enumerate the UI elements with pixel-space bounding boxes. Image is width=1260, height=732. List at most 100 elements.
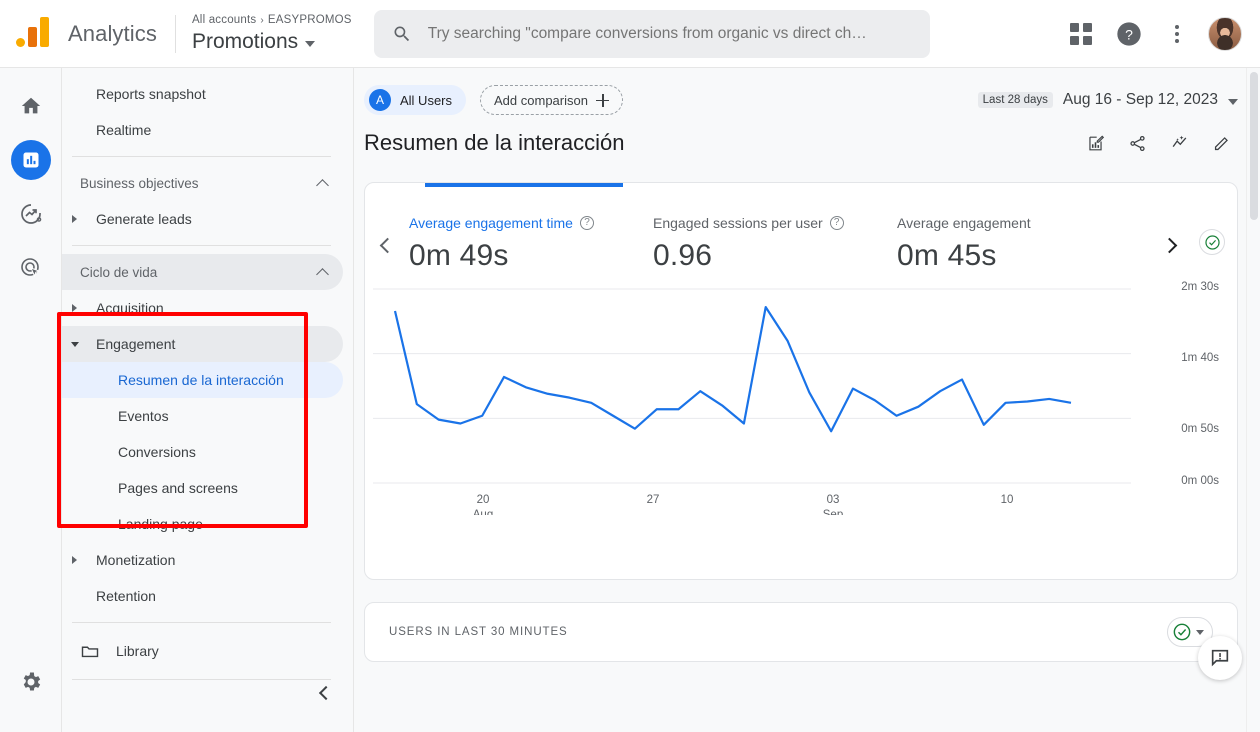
metric-value: 0m 45s [897,239,997,272]
sidebar-group-ciclo-de-vida[interactable]: Ciclo de vida [62,254,343,290]
sidebar-item-library[interactable]: Library [62,631,353,671]
date-preset-badge: Last 28 days [977,92,1053,108]
share-icon[interactable] [1124,130,1150,156]
sidebar-item-landing-page[interactable]: Landing page [62,506,343,542]
page-title: Resumen de la interacción [364,130,625,155]
x-axis-tick-month: Sep [823,509,843,515]
chevron-right-icon [1161,237,1177,253]
scrollbar-thumb[interactable] [1250,72,1258,220]
chevron-down-icon [1196,629,1204,635]
advertising-target-icon [20,258,40,278]
x-axis-tick-day: 10 [1001,494,1014,506]
sidebar-item-acquisition[interactable]: Acquisition [62,290,343,326]
sidebar-item-realtime[interactable]: Realtime [62,112,343,148]
help-icon[interactable]: ? [579,216,594,230]
date-range-picker[interactable]: Last 28 days Aug 16 - Sep 12, 2023 [977,91,1238,109]
metric-engaged-sessions-per-user[interactable]: Engaged sessions per user ? 0.96 [653,215,897,273]
edit-icon[interactable] [1208,130,1234,156]
property-name: Promotions [191,30,299,53]
main-content: A All Users Add comparison Last 28 days … [354,68,1260,732]
chevron-down-icon [71,341,79,347]
top-bar: Analytics All accounts › EASYPROMOS Promot… [0,0,1260,68]
home-icon [21,97,40,114]
chevron-left-icon [379,237,395,253]
chart-canvas[interactable]: 20 Aug 27 03 Sep 10 [365,285,1155,521]
settings-gear-icon[interactable] [11,662,51,702]
sidebar-item-label: Pages and screens [118,480,238,496]
carousel-prev-button[interactable] [365,215,409,275]
engagement-time-line-chart: 20 Aug 27 03 Sep 10 2m 30s 1m 40s 0m 50s 0m 0… [365,281,1237,521]
apps-grid-icon[interactable] [1064,17,1098,51]
metric-value: 0.96 [653,239,713,272]
metric-label: Average engagement time [409,215,573,231]
sidebar-item-label: Resumen de la interacción [118,372,284,388]
engagement-overview-card: Average engagement time ? 0m 49s Engaged… [364,182,1238,580]
sidebar-item-pages-and-screens[interactable]: Pages and screens [62,470,343,506]
sidebar-item-label: Conversions [118,444,196,460]
rail-item-home[interactable] [11,86,51,126]
data-quality-badge[interactable] [1199,229,1225,255]
more-vert-icon[interactable] [1160,17,1194,51]
help-icon[interactable]: ? [829,216,844,230]
sidebar-item-reports-snapshot[interactable]: Reports snapshot [62,76,343,112]
y-axis-tick-2: 0m 50s [1181,423,1219,435]
metric-average-engagement-time[interactable]: Average engagement time ? 0m 49s [409,215,653,273]
sidebar-item-label: Generate leads [96,211,192,227]
sidebar-item-resumen-de-la-interaccion[interactable]: Resumen de la interacción [62,362,343,398]
y-axis-tick-3: 0m 00s [1181,475,1219,487]
svg-text:?: ? [1125,26,1133,42]
plus-icon [595,93,609,107]
rail-item-explore[interactable] [11,194,51,234]
analytics-app: Analytics All accounts › EASYPROMOS Promot… [0,0,1260,732]
sidebar-divider [72,245,331,246]
breadcrumb-separator: › [260,15,264,26]
sidebar-item-generate-leads[interactable]: Generate leads [62,201,343,237]
rail-item-advertising[interactable] [11,248,51,288]
metric-header: Engaged sessions per user ? [653,215,897,231]
carousel-next-button[interactable] [1147,215,1191,275]
sidebar-item-engagement[interactable]: Engagement [62,326,343,362]
search-bar[interactable] [373,9,930,58]
feedback-icon [1211,649,1229,667]
page-title-row: Resumen de la interacción [354,116,1260,156]
breadcrumb-all-accounts[interactable]: All accounts [192,14,256,26]
avatar[interactable] [1208,16,1242,51]
add-comparison-button[interactable]: Add comparison [480,85,623,115]
send-feedback-button[interactable] [1198,636,1242,680]
chevron-down-icon [305,40,316,47]
search-input[interactable] [427,24,912,43]
sidebar-item-monetization[interactable]: Monetization [62,542,343,578]
collapse-nav-button[interactable] [62,685,353,701]
chevron-right-icon [72,304,77,312]
explore-icon [20,204,41,224]
sidebar-item-conversions[interactable]: Conversions [62,434,343,470]
help-icon[interactable]: ? [1112,17,1146,51]
metric-carousel: Average engagement time ? 0m 49s Engaged… [365,183,1237,275]
x-axis-tick-day: 20 [477,494,490,506]
sidebar-item-label: Library [116,643,159,659]
date-range-label: Aug 16 - Sep 12, 2023 [1062,91,1218,108]
property-name-row[interactable]: Promotions [192,29,352,55]
folder-icon [81,646,99,658]
account-selector[interactable]: All accounts › EASYPROMOS Promotions [192,12,352,55]
sidebar-group-label: Business objectives [80,175,199,191]
metric-label: Average engagement [897,215,1031,231]
chevron-up-icon [316,267,329,281]
sidebar-nav: Reports snapshot Realtime Business objec… [62,68,354,732]
check-circle-icon [1204,234,1220,250]
analytics-logo-icon [14,16,58,51]
customize-report-icon[interactable] [1082,130,1108,156]
chevron-right-icon [72,556,77,564]
page-scrollbar[interactable] [1246,68,1260,732]
x-axis-tick-day: 27 [647,494,660,506]
audience-chip-all-users[interactable]: A All Users [364,85,467,115]
rail-item-reports[interactable] [10,140,51,180]
sidebar-divider [72,622,331,623]
sidebar-item-eventos[interactable]: Eventos [62,398,343,434]
sidebar-group-business-objectives[interactable]: Business objectives [62,165,343,201]
breadcrumb-account[interactable]: EASYPROMOS [268,14,352,26]
metric-average-engagement[interactable]: Average engagement 0m 45s [897,215,1141,273]
sidebar-item-label: Engagement [96,336,176,352]
insights-icon[interactable] [1166,130,1192,156]
sidebar-item-retention[interactable]: Retention [62,578,343,614]
